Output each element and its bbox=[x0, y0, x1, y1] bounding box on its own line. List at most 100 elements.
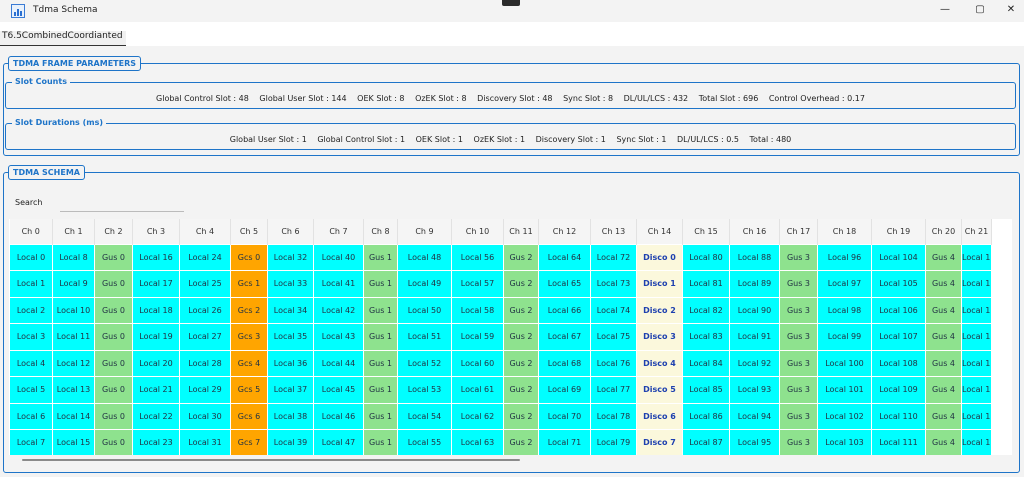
slot-cell[interactable]: Gus 3 bbox=[779, 243, 818, 271]
slot-cell[interactable]: Local 72 bbox=[590, 243, 637, 271]
slot-cell[interactable]: Local 45 bbox=[313, 376, 364, 404]
slot-cell[interactable]: Local 50 bbox=[397, 296, 452, 324]
slot-cell[interactable]: Local 35 bbox=[267, 323, 314, 351]
slot-cell[interactable]: Gus 3 bbox=[779, 296, 818, 324]
slot-cell[interactable]: Local 30 bbox=[179, 402, 231, 430]
slot-cell[interactable]: Local 79 bbox=[590, 429, 637, 455]
column-header[interactable]: Ch 10 bbox=[451, 219, 504, 244]
column-header[interactable]: Ch 0 bbox=[9, 219, 53, 244]
slot-cell[interactable]: Local 41 bbox=[313, 270, 364, 298]
slot-cell[interactable]: Local 26 bbox=[179, 296, 231, 324]
slot-cell[interactable]: Local 43 bbox=[313, 323, 364, 351]
column-header[interactable]: Ch 18 bbox=[817, 219, 872, 244]
slot-cell[interactable]: Local 48 bbox=[397, 243, 452, 271]
slot-cell[interactable]: Local 80 bbox=[682, 243, 730, 271]
slot-cell[interactable]: Local 14 bbox=[52, 402, 95, 430]
slot-cell[interactable]: Gcs 1 bbox=[230, 270, 268, 298]
maximize-button[interactable]: ▢ bbox=[972, 3, 988, 17]
column-header[interactable]: Ch 7 bbox=[313, 219, 364, 244]
slot-cell[interactable]: Local 1 bbox=[9, 270, 53, 298]
slot-cell[interactable]: Local 105 bbox=[871, 270, 926, 298]
slot-cell[interactable]: Local 77 bbox=[590, 376, 637, 404]
slot-cell[interactable]: Gus 4 bbox=[925, 429, 962, 455]
slot-cell[interactable]: Local 55 bbox=[397, 429, 452, 455]
slot-cell[interactable]: Local 49 bbox=[397, 270, 452, 298]
slot-cell[interactable]: Gus 2 bbox=[503, 349, 539, 377]
slot-cell[interactable]: Gus 4 bbox=[925, 402, 962, 430]
column-header[interactable]: Ch 9 bbox=[397, 219, 452, 244]
slot-cell[interactable]: Gus 0 bbox=[94, 376, 133, 404]
slot-cell[interactable]: Local 7 bbox=[9, 429, 53, 455]
slot-cell[interactable]: Local 33 bbox=[267, 270, 314, 298]
slot-cell[interactable]: Local 86 bbox=[682, 402, 730, 430]
column-header[interactable]: Ch 20 bbox=[925, 219, 962, 244]
slot-cell[interactable]: Local 40 bbox=[313, 243, 364, 271]
slot-cell[interactable]: Local 25 bbox=[179, 270, 231, 298]
slot-cell[interactable]: Gus 3 bbox=[779, 402, 818, 430]
slot-cell[interactable]: Gcs 0 bbox=[230, 243, 268, 271]
slot-cell[interactable]: Local 12 bbox=[52, 349, 95, 377]
slot-cell[interactable]: Local 108 bbox=[871, 349, 926, 377]
column-header[interactable]: Ch 4 bbox=[179, 219, 231, 244]
slot-cell[interactable]: Gus 0 bbox=[94, 323, 133, 351]
slot-cell[interactable]: Gus 3 bbox=[779, 376, 818, 404]
slot-cell[interactable]: Local 15 bbox=[52, 429, 95, 455]
column-header[interactable]: Ch 11 bbox=[503, 219, 539, 244]
slot-cell[interactable]: Local 20 bbox=[132, 349, 180, 377]
slot-cell[interactable]: Local 90 bbox=[729, 296, 780, 324]
slot-cell[interactable]: Gus 1 bbox=[363, 243, 398, 271]
slot-cell[interactable]: Local 52 bbox=[397, 349, 452, 377]
minimize-button[interactable]: — bbox=[937, 3, 953, 17]
column-header[interactable]: Ch 16 bbox=[729, 219, 780, 244]
search-input[interactable] bbox=[60, 196, 184, 212]
slot-cell[interactable]: Gus 0 bbox=[94, 349, 133, 377]
slot-cell[interactable]: Local 96 bbox=[817, 243, 872, 271]
column-header[interactable]: Ch 5 bbox=[230, 219, 268, 244]
slot-cell[interactable]: Local 89 bbox=[729, 270, 780, 298]
slot-cell[interactable]: Local 84 bbox=[682, 349, 730, 377]
horizontal-scrollbar[interactable] bbox=[22, 459, 520, 461]
slot-cell[interactable]: Local 87 bbox=[682, 429, 730, 455]
slot-cell[interactable]: Local 54 bbox=[397, 402, 452, 430]
column-header[interactable]: Ch 12 bbox=[538, 219, 591, 244]
slot-cell[interactable]: Gcs 5 bbox=[230, 376, 268, 404]
slot-cell[interactable]: Disco 1 bbox=[636, 270, 683, 298]
slot-cell[interactable]: Gus 2 bbox=[503, 323, 539, 351]
slot-cell[interactable]: Local 98 bbox=[817, 296, 872, 324]
slot-cell[interactable]: Local 0 bbox=[9, 243, 53, 271]
slot-cell[interactable]: Disco 2 bbox=[636, 296, 683, 324]
slot-cell[interactable]: Local 11 bbox=[961, 296, 992, 324]
slot-cell[interactable]: Gus 0 bbox=[94, 270, 133, 298]
table-row[interactable]: Local 6 Local 14 Gus 0 Local 22 Local 30 Gcs … bbox=[9, 402, 992, 430]
slot-cell[interactable]: Disco 3 bbox=[636, 323, 683, 351]
slot-cell[interactable]: Gus 1 bbox=[363, 402, 398, 430]
slot-cell[interactable]: Local 11 bbox=[961, 429, 992, 455]
slot-cell[interactable]: Local 109 bbox=[871, 376, 926, 404]
drag-handle[interactable] bbox=[502, 0, 520, 6]
slot-cell[interactable]: Gus 1 bbox=[363, 323, 398, 351]
slot-cell[interactable]: Local 91 bbox=[729, 323, 780, 351]
slot-cell[interactable]: Local 69 bbox=[538, 376, 591, 404]
slot-cell[interactable]: Local 97 bbox=[817, 270, 872, 298]
slot-cell[interactable]: Local 4 bbox=[9, 349, 53, 377]
slot-cell[interactable]: Gus 4 bbox=[925, 243, 962, 271]
slot-cell[interactable]: Gus 2 bbox=[503, 296, 539, 324]
tab-t6-5-combined[interactable]: T6.5CombinedCoordianted bbox=[0, 31, 126, 46]
slot-cell[interactable]: Local 31 bbox=[179, 429, 231, 455]
slot-cell[interactable]: Local 71 bbox=[538, 429, 591, 455]
slot-cell[interactable]: Local 93 bbox=[729, 376, 780, 404]
slot-cell[interactable]: Local 107 bbox=[871, 323, 926, 351]
slot-cell[interactable]: Disco 7 bbox=[636, 429, 683, 455]
slot-cell[interactable]: Local 18 bbox=[132, 296, 180, 324]
slot-cell[interactable]: Gus 1 bbox=[363, 376, 398, 404]
slot-cell[interactable]: Local 6 bbox=[9, 402, 53, 430]
slot-cell[interactable]: Local 46 bbox=[313, 402, 364, 430]
table-row[interactable]: Local 1 Local 9 Gus 0 Local 17 Local 25 Gcs 1… bbox=[9, 270, 992, 298]
slot-cell[interactable]: Local 103 bbox=[817, 429, 872, 455]
slot-cell[interactable]: Local 47 bbox=[313, 429, 364, 455]
slot-cell[interactable]: Local 76 bbox=[590, 349, 637, 377]
slot-cell[interactable]: Local 100 bbox=[817, 349, 872, 377]
slot-cell[interactable]: Local 44 bbox=[313, 349, 364, 377]
slot-cell[interactable]: Gus 1 bbox=[363, 349, 398, 377]
table-row[interactable]: Local 7 Local 15 Gus 0 Local 23 Local 31 Gcs … bbox=[9, 429, 992, 455]
